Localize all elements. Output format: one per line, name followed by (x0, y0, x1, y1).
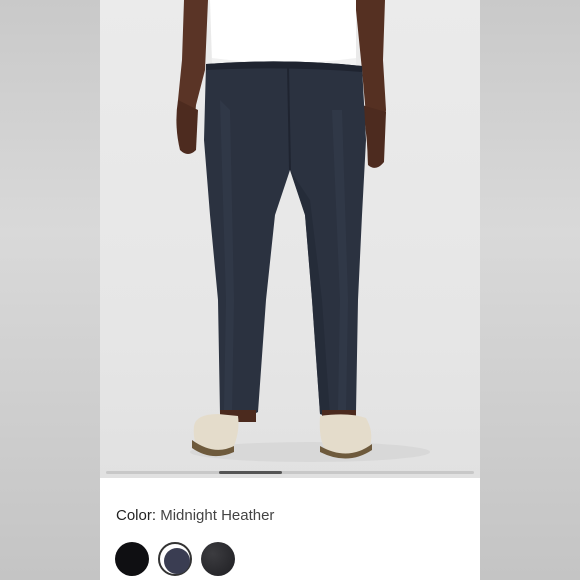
color-selection-text: Color: Midnight Heather (116, 507, 275, 524)
swatch-heathered-black[interactable] (201, 542, 235, 576)
blurred-backdrop-right (480, 0, 580, 580)
product-photo[interactable] (100, 0, 480, 478)
model-pants-image (176, 0, 430, 462)
color-label: Color (116, 507, 152, 524)
swatch-black[interactable] (115, 542, 149, 576)
gallery-scrollbar-thumb[interactable] (219, 471, 282, 474)
swatch-midnight-heather[interactable] (158, 542, 192, 576)
gallery-scrollbar[interactable] (106, 471, 474, 474)
color-value: Midnight Heather (160, 507, 275, 524)
product-card: Color: Midnight Heather (100, 0, 480, 580)
color-swatch-list (115, 542, 315, 578)
blurred-backdrop-left (0, 0, 100, 580)
